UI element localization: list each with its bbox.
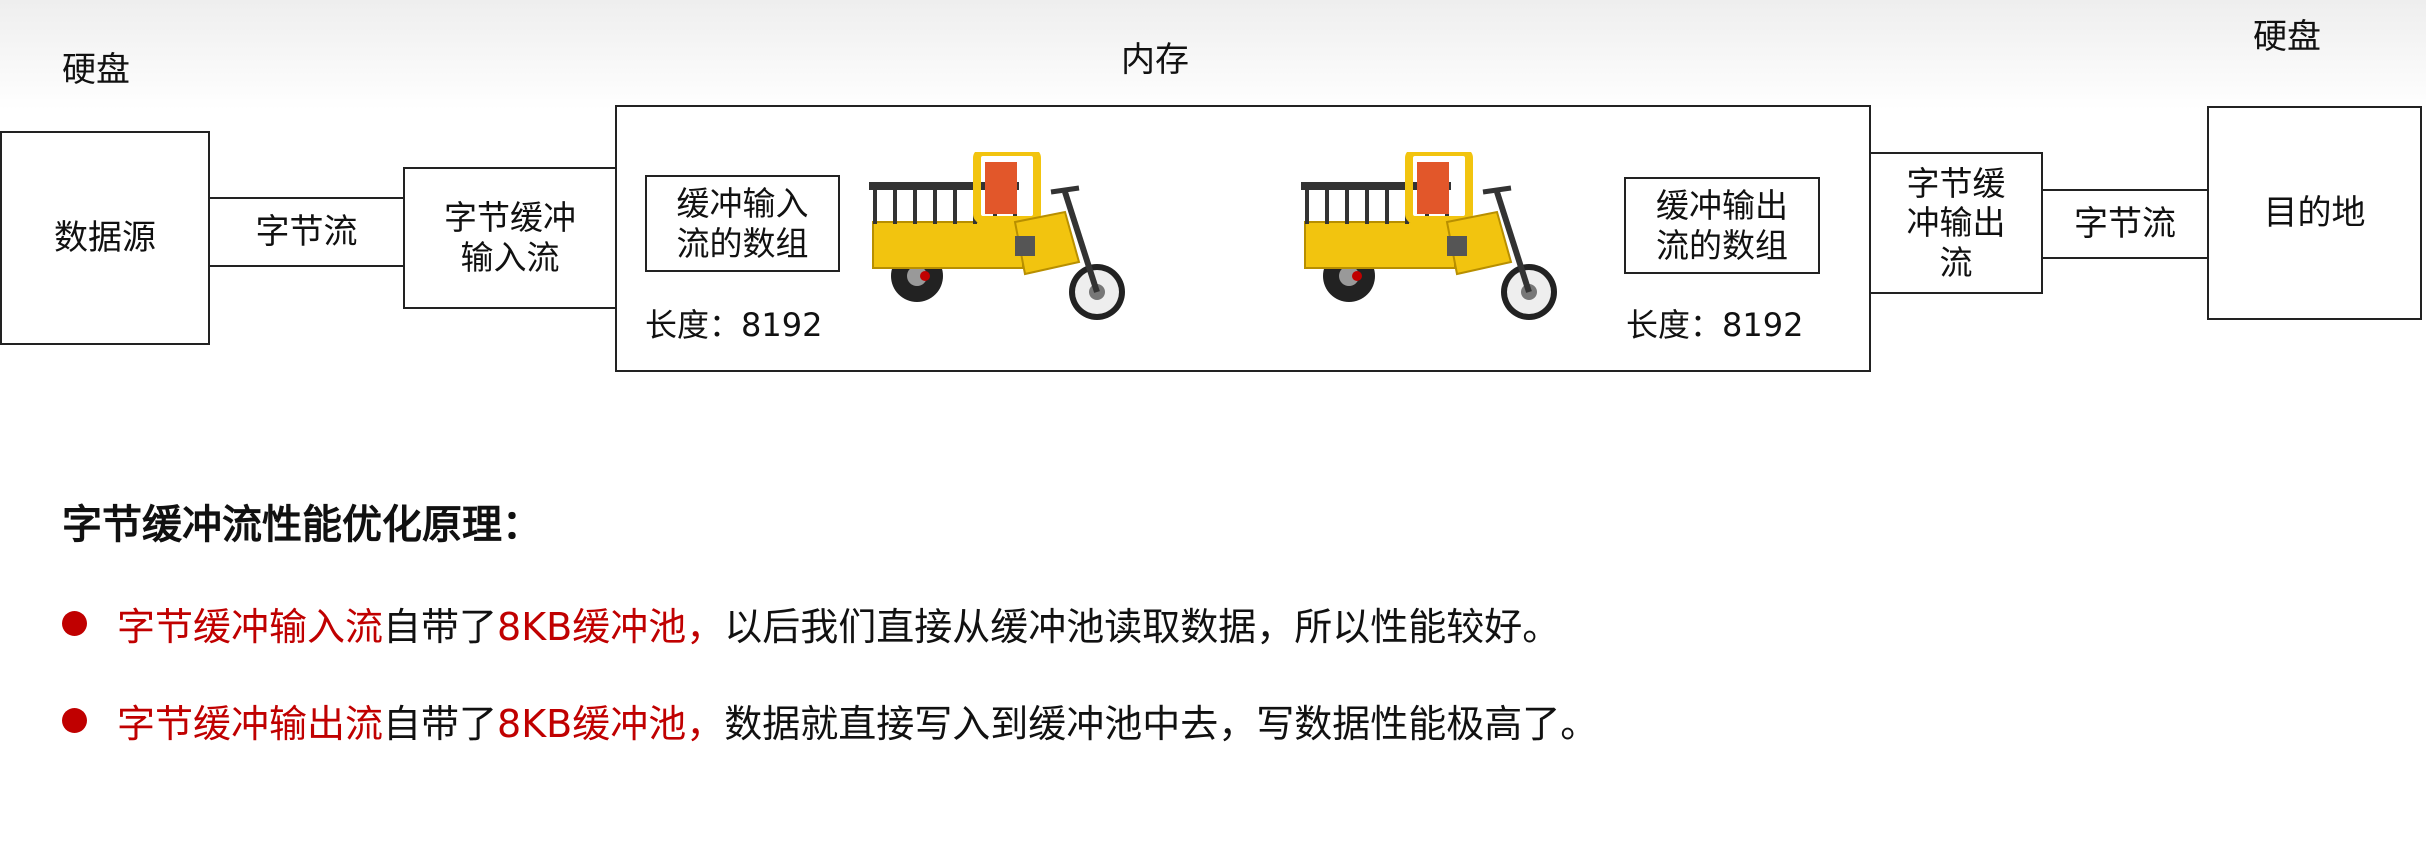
destination-box: 目的地	[2207, 106, 2422, 320]
bullet-item-output: 字节缓冲输出流 自带了 8KB缓冲池， 数据就直接写入到缓冲池中去，写数据性能极…	[62, 693, 1598, 748]
bullet-dot-icon	[62, 708, 87, 733]
byte-stream-left-box: 字节流	[208, 197, 405, 267]
buffered-output-stream-text: 字节缓冲输出流	[1906, 163, 2006, 282]
bullet-output-text-1: 自带了	[383, 702, 498, 746]
explanation-heading: 字节缓冲流性能优化原理：	[62, 502, 542, 548]
source-box: 数据源	[0, 131, 210, 345]
bullet-dot-icon	[62, 611, 87, 636]
bullet-input-highlight-2: 8KB缓冲池，	[497, 605, 725, 649]
buffered-output-stream-box: 字节缓冲输出流	[1869, 152, 2043, 294]
output-buffer-length: 长度：8192	[1626, 306, 1804, 344]
bullet-input-text-2: 以后我们直接从缓冲池读取数据，所以性能较好。	[724, 605, 1561, 649]
byte-stream-right-text: 字节流	[2074, 203, 2176, 244]
buffered-input-stream-box: 字节缓冲输入流	[403, 167, 617, 309]
left-disk-label: 硬盘	[62, 50, 130, 90]
bullet-item-input: 字节缓冲输入流 自带了 8KB缓冲池， 以后我们直接从缓冲池读取数据，所以性能较…	[62, 596, 1560, 651]
tricycle-image-input	[869, 152, 1125, 320]
bullet-input-highlight-1: 字节缓冲输入流	[117, 605, 384, 649]
bullet-output-highlight-1: 字节缓冲输出流	[117, 702, 384, 746]
tricycle-image-output	[1301, 152, 1557, 320]
output-buffer-array-box: 缓冲输出流的数组	[1624, 177, 1820, 274]
buffered-input-stream-text: 字节缓冲输入流	[444, 198, 576, 277]
input-buffer-array-text: 缓冲输入流的数组	[676, 183, 809, 263]
byte-stream-right-box: 字节流	[2041, 189, 2209, 259]
bullet-input-text-1: 自带了	[383, 605, 498, 649]
output-buffer-array-text: 缓冲输出流的数组	[1656, 185, 1788, 265]
bullet-output-text-2: 数据就直接写入到缓冲池中去，写数据性能极高了。	[724, 702, 1599, 746]
memory-label: 内存	[1121, 40, 1189, 80]
destination-box-text: 目的地	[2263, 192, 2366, 233]
right-disk-label: 硬盘	[2253, 17, 2321, 57]
input-buffer-array-box: 缓冲输入流的数组	[645, 175, 840, 272]
input-buffer-length: 长度：8192	[645, 306, 823, 344]
bullet-output-highlight-2: 8KB缓冲池，	[497, 702, 725, 746]
source-box-text: 数据源	[54, 217, 156, 258]
byte-stream-left-text: 字节流	[255, 211, 358, 252]
